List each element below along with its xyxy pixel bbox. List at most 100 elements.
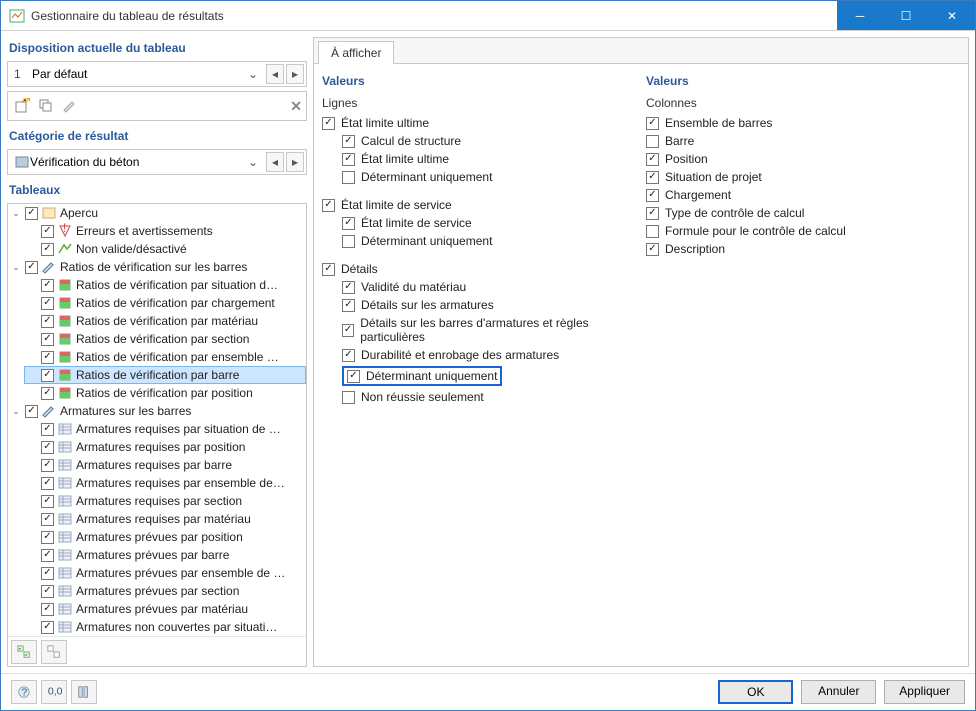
cancel-button[interactable]: Annuler	[801, 680, 876, 704]
checkbox-option[interactable]: Déterminant uniquement	[322, 168, 636, 186]
tables-tree[interactable]: ⌄Apercu!Erreurs et avertissementsNon val…	[7, 203, 307, 667]
help-button[interactable]: ?	[11, 680, 37, 704]
close-button[interactable]: ✕	[929, 1, 975, 30]
checkbox-option[interactable]: État limite de service	[322, 214, 636, 232]
checkbox[interactable]	[41, 495, 54, 508]
tree-item[interactable]: Armatures requises par situation de …	[24, 420, 306, 438]
expander-icon[interactable]	[26, 621, 38, 633]
checkbox[interactable]	[41, 369, 54, 382]
checkbox[interactable]	[41, 387, 54, 400]
checkbox-option[interactable]: Validité du matériau	[322, 278, 636, 296]
checkbox-option[interactable]: Détails sur les barres d'armatures et rè…	[322, 314, 636, 346]
checkbox-option[interactable]: Durabilité et enrobage des armatures	[322, 346, 636, 364]
checkbox[interactable]	[646, 171, 659, 184]
ok-button[interactable]: OK	[718, 680, 793, 704]
category-combo[interactable]: Vérification du béton ⌄	[10, 152, 264, 172]
checkbox[interactable]	[25, 405, 38, 418]
checkbox-option[interactable]: Situation de projet	[646, 168, 960, 186]
checkbox[interactable]	[646, 225, 659, 238]
units-button[interactable]: 0,00	[41, 680, 67, 704]
checkbox[interactable]	[322, 263, 335, 276]
tree-item[interactable]: Ratios de vérification par section	[24, 330, 306, 348]
tree-item[interactable]: ⌄Armatures sur les barres	[8, 402, 306, 420]
checkbox[interactable]	[41, 549, 54, 562]
rename-layout-button[interactable]	[59, 95, 81, 117]
checkbox[interactable]	[342, 235, 355, 248]
checkbox[interactable]	[322, 117, 335, 130]
checkbox[interactable]	[342, 171, 355, 184]
checkbox[interactable]	[25, 261, 38, 274]
checkbox-option[interactable]: État limite de service	[322, 196, 636, 214]
maximize-button[interactable]: ☐	[883, 1, 929, 30]
checkbox[interactable]	[41, 621, 54, 634]
expander-icon[interactable]	[26, 387, 38, 399]
checkbox[interactable]	[646, 135, 659, 148]
tree-item[interactable]: Ratios de vérification par barre	[24, 366, 306, 384]
tree-item[interactable]: Armatures prévues par position	[24, 528, 306, 546]
checkbox-option[interactable]: État limite ultime	[322, 114, 636, 132]
tree-item[interactable]: Armatures requises par matériau	[24, 510, 306, 528]
checkbox[interactable]	[41, 333, 54, 346]
checkbox[interactable]	[25, 207, 38, 220]
tree-item[interactable]: Ratios de vérification par ensemble …	[24, 348, 306, 366]
apply-button[interactable]: Appliquer	[884, 680, 965, 704]
checkbox[interactable]	[347, 370, 360, 383]
checkbox[interactable]	[41, 567, 54, 580]
checkbox[interactable]	[41, 441, 54, 454]
expander-icon[interactable]	[26, 279, 38, 291]
expander-icon[interactable]	[26, 531, 38, 543]
expander-icon[interactable]	[26, 603, 38, 615]
checkbox-option[interactable]: Déterminant uniquement	[322, 232, 636, 250]
category-next-button[interactable]: ▸	[286, 152, 304, 172]
checkbox[interactable]	[41, 243, 54, 256]
tree-item[interactable]: Armatures prévues par barre	[24, 546, 306, 564]
tree-item[interactable]: Ratios de vérification par chargement	[24, 294, 306, 312]
tree-item[interactable]: Non valide/désactivé	[24, 240, 306, 258]
checkbox-option[interactable]: Calcul de structure	[322, 132, 636, 150]
checkbox[interactable]	[41, 297, 54, 310]
checkbox[interactable]	[41, 513, 54, 526]
expander-icon[interactable]	[26, 585, 38, 597]
tree-item[interactable]: Armatures prévues par ensemble de …	[24, 564, 306, 582]
checkbox-option[interactable]: Type de contrôle de calcul	[646, 204, 960, 222]
minimize-button[interactable]: ─	[837, 1, 883, 30]
expander-icon[interactable]	[26, 315, 38, 327]
tree-item[interactable]: Armatures non couvertes par situati…	[24, 618, 306, 636]
tree-item[interactable]: Armatures requises par barre	[24, 456, 306, 474]
checkbox[interactable]	[41, 351, 54, 364]
checkbox-option[interactable]: Chargement	[646, 186, 960, 204]
tree-item[interactable]: !Erreurs et avertissements	[24, 222, 306, 240]
tree-item[interactable]: Armatures requises par ensemble de…	[24, 474, 306, 492]
checkbox[interactable]	[41, 477, 54, 490]
layout-combo[interactable]: 1 Par défaut ⌄	[10, 65, 264, 83]
expander-icon[interactable]	[26, 243, 38, 255]
layout-prev-button[interactable]: ◂	[266, 64, 284, 84]
checkbox[interactable]	[322, 199, 335, 212]
expander-icon[interactable]	[26, 513, 38, 525]
tree-item[interactable]: ⌄Apercu	[8, 204, 306, 222]
checkbox-option[interactable]: Formule pour le contrôle de calcul	[646, 222, 960, 240]
tree-item[interactable]: Armatures requises par section	[24, 492, 306, 510]
checkbox[interactable]	[646, 117, 659, 130]
expander-icon[interactable]: ⌄	[10, 261, 22, 273]
uncheck-all-button[interactable]	[41, 640, 67, 664]
checkbox[interactable]	[342, 217, 355, 230]
checkbox[interactable]	[342, 391, 355, 404]
checkbox-option[interactable]: Détails sur les armatures	[322, 296, 636, 314]
category-prev-button[interactable]: ◂	[266, 152, 284, 172]
checkbox-option[interactable]: Description	[646, 240, 960, 258]
tree-item[interactable]: Ratios de vérification par position	[24, 384, 306, 402]
checkbox-option[interactable]: État limite ultime	[322, 150, 636, 168]
checkbox[interactable]	[41, 585, 54, 598]
checkbox-option[interactable]: Barre	[646, 132, 960, 150]
checkbox-option[interactable]: Détails	[322, 260, 636, 278]
checkbox[interactable]	[646, 189, 659, 202]
delete-layout-button[interactable]: ✕	[281, 95, 303, 117]
expander-icon[interactable]	[26, 351, 38, 363]
expander-icon[interactable]	[26, 369, 38, 381]
expander-icon[interactable]: ⌄	[10, 207, 22, 219]
checkbox[interactable]	[41, 423, 54, 436]
checkbox-option[interactable]: Déterminant uniquement	[322, 364, 636, 388]
checkbox-option[interactable]: Position	[646, 150, 960, 168]
checkbox[interactable]	[342, 135, 355, 148]
